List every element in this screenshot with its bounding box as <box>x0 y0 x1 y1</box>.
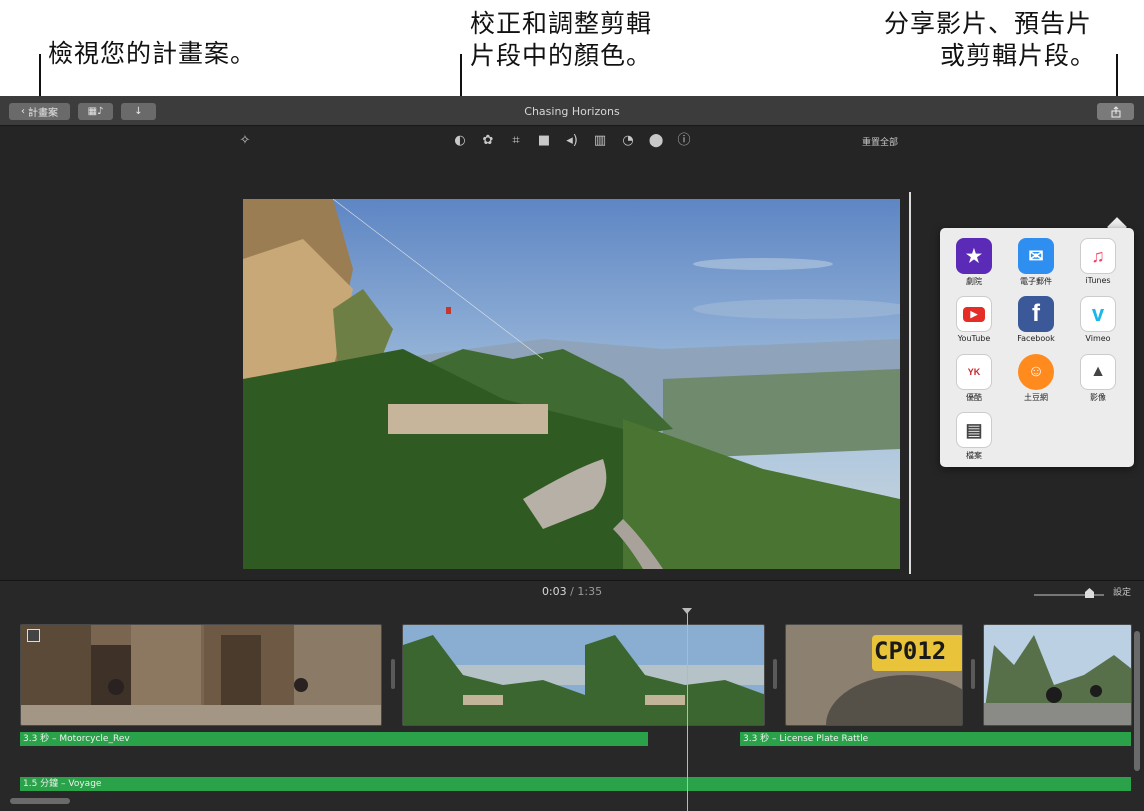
video-clip-road[interactable] <box>983 624 1132 726</box>
magic-wand-icon[interactable]: ✧ <box>236 132 254 150</box>
clip-gap-handle[interactable] <box>773 659 777 689</box>
toolbar: ‹ 計畫案 ▦♪ ↓ Chasing Horizons <box>0 96 1144 126</box>
callout-share-line2: 或剪輯片段。 <box>940 41 1097 70</box>
time-readout: 0:03 / 1:35 <box>0 585 1144 598</box>
clip-gap-handle[interactable] <box>391 659 395 689</box>
equalizer-icon[interactable]: ▥ <box>591 132 609 150</box>
youku-icon: YK <box>956 354 992 390</box>
clip-thumbnail-road <box>984 625 1131 725</box>
theater-icon: ★ <box>956 238 992 274</box>
time-separator: / <box>570 585 574 598</box>
callout-color-line2: 片段中的顏色。 <box>470 41 653 70</box>
share-popover: ★ 劇院 ✉ 電子郵件 ♫ iTunes ▶ YouTube f Faceboo… <box>940 228 1134 467</box>
clip-thumbnail-mountains <box>403 625 764 725</box>
license-plate-text: CP012 <box>874 637 947 665</box>
playhead-line[interactable] <box>687 611 688 811</box>
share-file[interactable]: ▤ 檔案 <box>944 412 1004 461</box>
info-icon[interactable]: ⓘ <box>675 132 693 150</box>
current-time: 0:03 <box>541 585 567 598</box>
share-vimeo[interactable]: v Vimeo <box>1068 296 1128 343</box>
video-clip-license-plate[interactable]: CP012 <box>785 624 963 726</box>
timeline: 0:03 / 1:35 設定 CP012 3.3 秒 – Motorcycle_… <box>0 580 1144 811</box>
audio-clip-motorcycle-rev[interactable]: 3.3 秒 – Motorcycle_Rev <box>20 732 648 746</box>
adjustments-bar: ✧ ◐ ✿ ⌗ ■ ◂) ▥ ◔ ⬤ ⓘ 重置全部 <box>0 127 1144 155</box>
share-tudou[interactable]: ☺ 土豆網 <box>1006 354 1066 403</box>
reset-all-button[interactable]: 重置全部 <box>862 135 898 148</box>
filter-icon[interactable]: ⬤ <box>647 132 665 150</box>
share-image-label: 影像 <box>1090 393 1106 402</box>
timeline-vertical-scrollbar[interactable] <box>1134 631 1140 771</box>
video-clip-mountains[interactable] <box>402 624 765 726</box>
youtube-icon: ▶ <box>956 296 992 332</box>
file-icon: ▤ <box>956 412 992 448</box>
share-theater[interactable]: ★ 劇院 <box>944 238 1004 287</box>
music-clip-voyage[interactable]: 1.5 分鐘 – Voyage <box>20 777 1131 791</box>
share-vimeo-label: Vimeo <box>1085 334 1111 343</box>
share-tudou-label: 土豆網 <box>1024 393 1048 402</box>
image-icon: ▲ <box>1080 354 1116 390</box>
mail-icon: ✉ <box>1018 238 1054 274</box>
landscape-image <box>243 199 900 569</box>
volume-icon[interactable]: ◂) <box>563 132 581 150</box>
share-youtube[interactable]: ▶ YouTube <box>944 296 1004 343</box>
share-itunes-label: iTunes <box>1085 276 1111 285</box>
color-balance-icon[interactable]: ◐ <box>451 132 469 150</box>
share-youku[interactable]: YK 優酷 <box>944 354 1004 403</box>
video-clip-motorcycle[interactable] <box>20 624 382 726</box>
callout-view-projects: 檢視您的計畫案。 <box>48 39 257 68</box>
callout-line-projects <box>39 54 41 100</box>
share-button[interactable] <box>1097 103 1134 120</box>
share-facebook-label: Facebook <box>1017 334 1055 343</box>
speed-icon[interactable]: ◔ <box>619 132 637 150</box>
crop-icon[interactable]: ⌗ <box>507 132 525 150</box>
audio-clip-license-plate[interactable]: 3.3 秒 – License Plate Rattle <box>740 732 1131 746</box>
share-youku-label: 優酷 <box>966 393 982 402</box>
callout-share-line1: 分享影片、預告片 <box>884 9 1093 38</box>
share-facebook[interactable]: f Facebook <box>1006 296 1066 343</box>
share-file-label: 檔案 <box>966 451 982 460</box>
share-icon <box>1111 105 1120 117</box>
stabilization-icon[interactable]: ■ <box>535 132 553 150</box>
itunes-icon: ♫ <box>1080 238 1116 274</box>
share-theater-label: 劇院 <box>966 277 982 286</box>
imovie-window: ‹ 計畫案 ▦♪ ↓ Chasing Horizons ✧ ◐ ✿ ⌗ ■ ◂)… <box>0 96 1144 811</box>
color-correction-icon[interactable]: ✿ <box>479 132 497 150</box>
vimeo-icon: v <box>1080 296 1116 332</box>
tudou-icon: ☺ <box>1018 354 1054 390</box>
clip-thumbnail-village <box>21 625 381 725</box>
callout-color-line1: 校正和調整剪輯 <box>470 9 653 38</box>
share-youtube-label: YouTube <box>957 334 991 343</box>
share-itunes[interactable]: ♫ iTunes <box>1068 238 1128 285</box>
total-time: 1:35 <box>577 585 603 598</box>
clip-marker-icon <box>27 629 40 642</box>
facebook-icon: f <box>1018 296 1054 332</box>
settings-button[interactable]: 設定 <box>1113 585 1131 598</box>
window-title: Chasing Horizons <box>524 105 620 118</box>
timeline-horizontal-scrollbar[interactable] <box>10 798 70 804</box>
callout-line-share <box>1116 54 1118 100</box>
share-image[interactable]: ▲ 影像 <box>1068 354 1128 403</box>
clip-gap-handle[interactable] <box>971 659 975 689</box>
share-email[interactable]: ✉ 電子郵件 <box>1006 238 1066 287</box>
viewer-edge-line <box>909 192 911 574</box>
share-email-label: 電子郵件 <box>1020 277 1052 286</box>
video-preview <box>243 199 900 569</box>
